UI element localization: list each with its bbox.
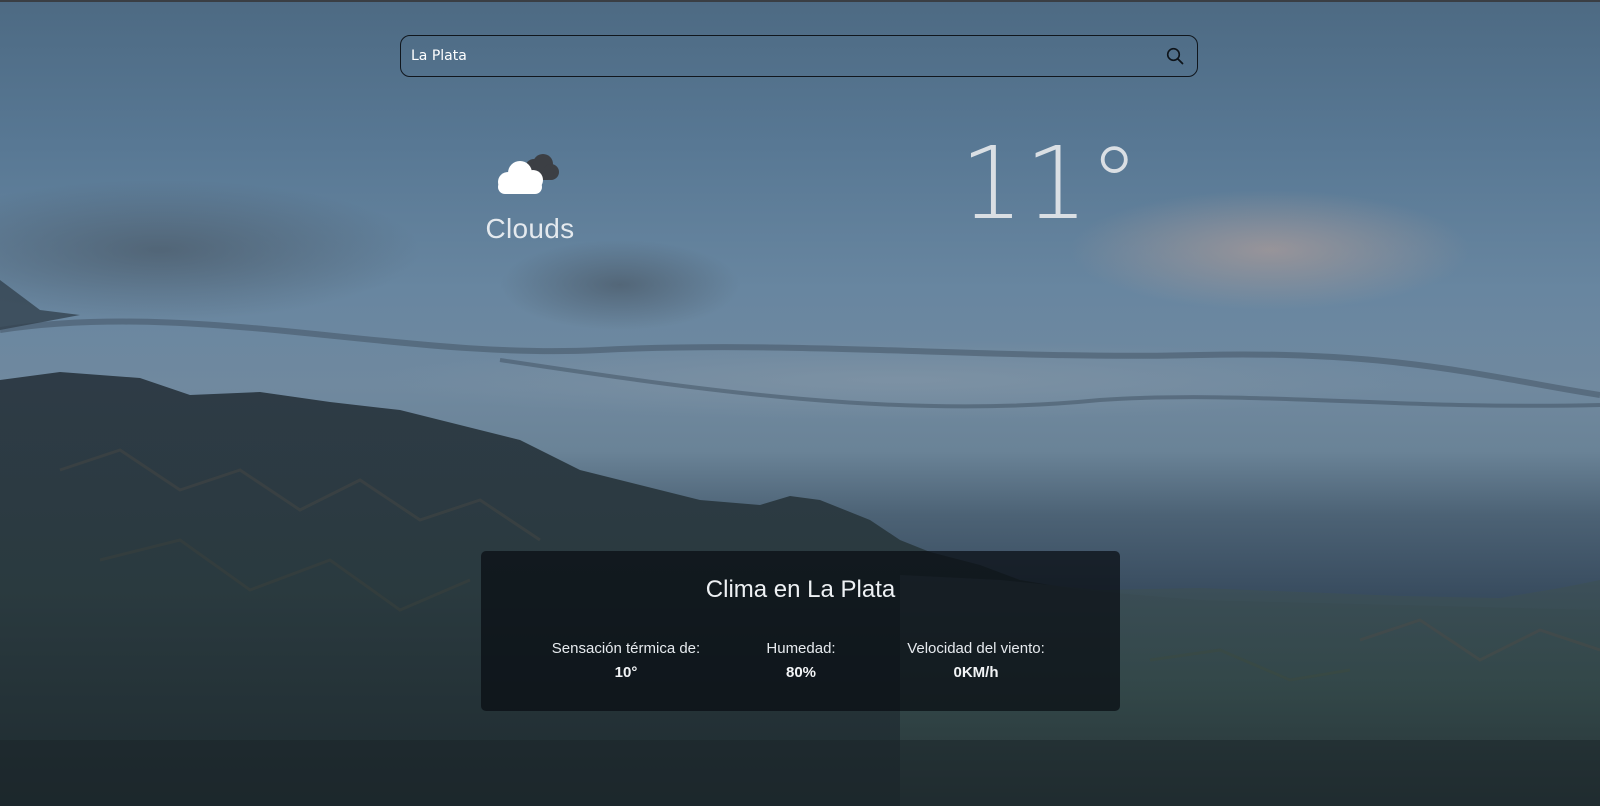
current-temperature: 11° [960,125,1141,242]
wind-speed-label: Velocidad del viento: [907,640,1045,657]
card-title: Clima en La Plata [705,576,896,603]
weather-condition: Clouds [485,213,575,244]
search-bar [400,35,1198,77]
humidity-label: Humedad: [766,640,836,657]
humidity-metric: Humedad: 80% [746,640,856,682]
wind-speed-value: 0KM/h [953,664,999,681]
search-input[interactable] [401,36,1157,76]
feels-like-value: 10° [614,664,638,681]
weather-app: Clouds 11° Clima en La Plata Sensación t… [0,0,1600,806]
wind-speed-metric: Velocidad del viento: 0KM/h [891,640,1061,682]
feels-like-metric: Sensación térmica de: 10° [541,640,711,682]
clouds-icon [498,154,559,194]
humidity-value: 80% [785,664,817,681]
weather-details-card: Clima en La Plata Sensación térmica de: … [481,551,1120,711]
search-button[interactable] [1157,36,1193,76]
window-top-border [0,0,1600,2]
feels-like-label: Sensación térmica de: [551,640,701,657]
search-icon [1166,47,1184,65]
